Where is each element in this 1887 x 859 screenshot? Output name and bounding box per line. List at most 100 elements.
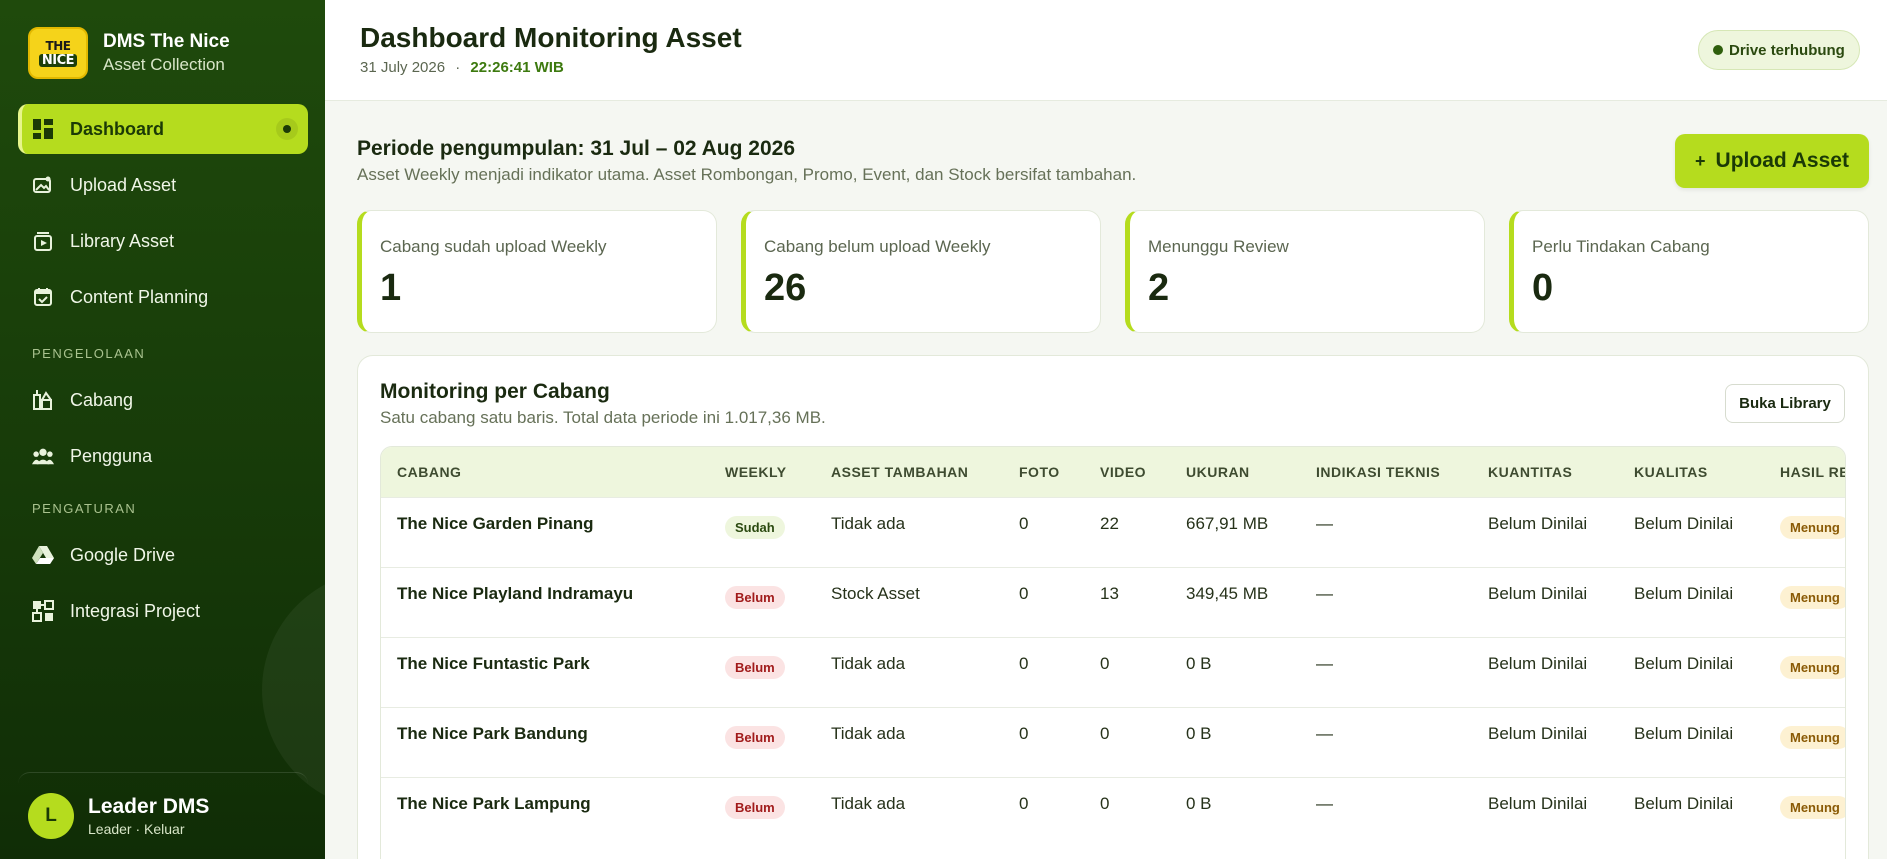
logo-text-bottom: NICE — [38, 53, 78, 67]
active-indicator-icon — [276, 118, 298, 140]
table-body: The Nice Garden Pinang Sudah Tidak ada 0… — [381, 497, 1845, 847]
current-date: 31 July 2026 — [360, 59, 446, 76]
sidebar-item-pengguna[interactable]: Pengguna — [18, 431, 308, 481]
table-header-row: CABANG WEEKLY ASSET TAMBAHAN FOTO VIDEO … — [381, 447, 1845, 497]
stat-value: 1 — [380, 267, 402, 309]
cell-ukuran: 667,91 MB — [1186, 513, 1269, 533]
page-datetime: 31 July 2026 · 22:26:41 WIB — [360, 59, 564, 76]
drive-status-badge[interactable]: Drive terhubung — [1698, 30, 1860, 70]
user-name: Leader DMS — [88, 795, 210, 818]
cell-cabang: The Nice Funtastic Park — [397, 653, 590, 673]
sidebar-item-integrasi-project[interactable]: Integrasi Project — [18, 586, 308, 636]
branch-icon — [32, 389, 54, 411]
stat-label: Cabang belum upload Weekly — [764, 237, 991, 256]
status-badge: Belum — [725, 585, 785, 609]
status-badge: Belum — [725, 795, 785, 819]
stat-value: 0 — [1532, 267, 1554, 309]
column-header-foto[interactable]: FOTO — [1003, 447, 1084, 497]
sidebar-item-google-drive[interactable]: Google Drive — [18, 530, 308, 580]
cell-teknis: — — [1316, 793, 1333, 813]
cell-foto: 0 — [1019, 653, 1029, 673]
image-upload-icon — [32, 174, 54, 196]
plus-icon: + — [1695, 150, 1706, 171]
open-library-button[interactable]: Buka Library — [1725, 384, 1845, 423]
user-role-logout[interactable]: Leader · Keluar — [88, 821, 209, 837]
stat-card-weekly-pending[interactable]: Cabang belum upload Weekly 26 — [741, 210, 1101, 333]
stat-card-action-needed[interactable]: Perlu Tindakan Cabang 0 — [1509, 210, 1869, 333]
review-status-badge: Menung — [1780, 515, 1845, 539]
dashboard-icon — [32, 118, 54, 140]
status-badge: Belum — [725, 655, 785, 679]
cell-kuantitas: Belum Dinilai — [1488, 583, 1588, 603]
sidebar-item-label: Upload Asset — [70, 174, 177, 195]
review-status-badge: Menung — [1780, 655, 1845, 679]
monitoring-table-container[interactable]: CABANG WEEKLY ASSET TAMBAHAN FOTO VIDEO … — [380, 446, 1846, 859]
cell-weekly: Belum — [709, 707, 815, 777]
stat-value: 26 — [764, 267, 807, 309]
sidebar-item-label: Cabang — [70, 389, 134, 410]
column-header-cabang[interactable]: CABANG — [381, 447, 709, 497]
cell-hasil: Menung — [1764, 497, 1845, 567]
sidebar-item-library-asset[interactable]: Library Asset — [18, 216, 308, 266]
cell-teknis: — — [1316, 653, 1333, 673]
cell-video: 22 — [1100, 513, 1119, 533]
status-badge: Sudah — [725, 515, 785, 539]
brand-logo: THE NICE — [28, 27, 88, 79]
cell-hasil: Menung — [1764, 637, 1845, 707]
monitoring-title: Monitoring per Cabang — [380, 380, 610, 403]
cell-kualitas: Belum Dinilai — [1634, 653, 1734, 673]
main-content: Dashboard Monitoring Asset 31 July 2026 … — [325, 0, 1887, 859]
stat-card-weekly-uploaded[interactable]: Cabang sudah upload Weekly 1 — [357, 210, 717, 333]
table-row[interactable]: The Nice Playland Indramayu Belum Stock … — [381, 567, 1845, 637]
page-title: Dashboard Monitoring Asset — [360, 22, 742, 53]
column-header-kuantitas[interactable]: KUANTITAS — [1472, 447, 1618, 497]
stat-label: Perlu Tindakan Cabang — [1532, 237, 1710, 256]
stats-row: Cabang sudah upload Weekly 1 Cabang belu… — [357, 210, 1869, 333]
date-separator: · — [455, 59, 461, 76]
column-header-indikasi-teknis[interactable]: INDIKASI TEKNIS — [1300, 447, 1472, 497]
monitoring-panel: Monitoring per Cabang Satu cabang satu b… — [357, 355, 1869, 859]
logo-text-top: THE — [45, 38, 71, 53]
cell-video: 0 — [1100, 653, 1110, 673]
sidebar-item-label: Dashboard — [70, 118, 165, 139]
cell-cabang: The Nice Playland Indramayu — [397, 583, 634, 603]
column-header-weekly[interactable]: WEEKLY — [709, 447, 815, 497]
cell-kualitas: Belum Dinilai — [1634, 513, 1734, 533]
sidebar-item-upload-asset[interactable]: Upload Asset — [18, 160, 308, 210]
nav-section-pengaturan: PENGATURAN — [32, 501, 137, 516]
table-row[interactable]: The Nice Park Lampung Belum Tidak ada 0 … — [381, 777, 1845, 847]
user-profile[interactable]: L Leader DMS Leader · Keluar — [18, 772, 308, 859]
sidebar-item-content-planning[interactable]: Content Planning — [18, 272, 308, 322]
brand[interactable]: THE NICE DMS The Nice Asset Collection — [28, 27, 230, 79]
cell-cabang: The Nice Garden Pinang — [397, 513, 594, 533]
column-header-hasil-review[interactable]: HASIL RE — [1764, 447, 1845, 497]
drive-status-label: Drive terhubung — [1729, 41, 1845, 59]
cell-foto: 0 — [1019, 583, 1029, 603]
status-badge: Belum — [725, 725, 785, 749]
cell-tambahan: Stock Asset — [831, 583, 920, 603]
stat-card-awaiting-review[interactable]: Menunggu Review 2 — [1125, 210, 1485, 333]
cell-weekly: Belum — [709, 777, 815, 847]
column-header-kualitas[interactable]: KUALITAS — [1618, 447, 1764, 497]
upload-asset-button[interactable]: + Upload Asset — [1675, 134, 1869, 188]
table-row[interactable]: The Nice Funtastic Park Belum Tidak ada … — [381, 637, 1845, 707]
table-row[interactable]: The Nice Park Bandung Belum Tidak ada 0 … — [381, 707, 1845, 777]
stat-label: Cabang sudah upload Weekly — [380, 237, 607, 256]
column-header-ukuran[interactable]: UKURAN — [1170, 447, 1300, 497]
sidebar-item-cabang[interactable]: Cabang — [18, 375, 308, 425]
cell-teknis: — — [1316, 723, 1333, 743]
current-time: 22:26:41 WIB — [470, 59, 564, 76]
cell-teknis: — — [1316, 583, 1333, 603]
column-header-asset-tambahan[interactable]: ASSET TAMBAHAN — [815, 447, 1003, 497]
column-header-video[interactable]: VIDEO — [1084, 447, 1170, 497]
sidebar-item-dashboard[interactable]: Dashboard — [18, 104, 308, 154]
cell-foto: 0 — [1019, 723, 1029, 743]
cell-kuantitas: Belum Dinilai — [1488, 793, 1588, 813]
cell-kuantitas: Belum Dinilai — [1488, 723, 1588, 743]
review-status-badge: Menung — [1780, 795, 1845, 819]
cell-hasil: Menung — [1764, 707, 1845, 777]
table-row[interactable]: The Nice Garden Pinang Sudah Tidak ada 0… — [381, 497, 1845, 567]
stat-value: 2 — [1148, 267, 1170, 309]
avatar: L — [28, 793, 74, 839]
nav-section-pengelolaan: PENGELOLAAN — [32, 346, 146, 361]
